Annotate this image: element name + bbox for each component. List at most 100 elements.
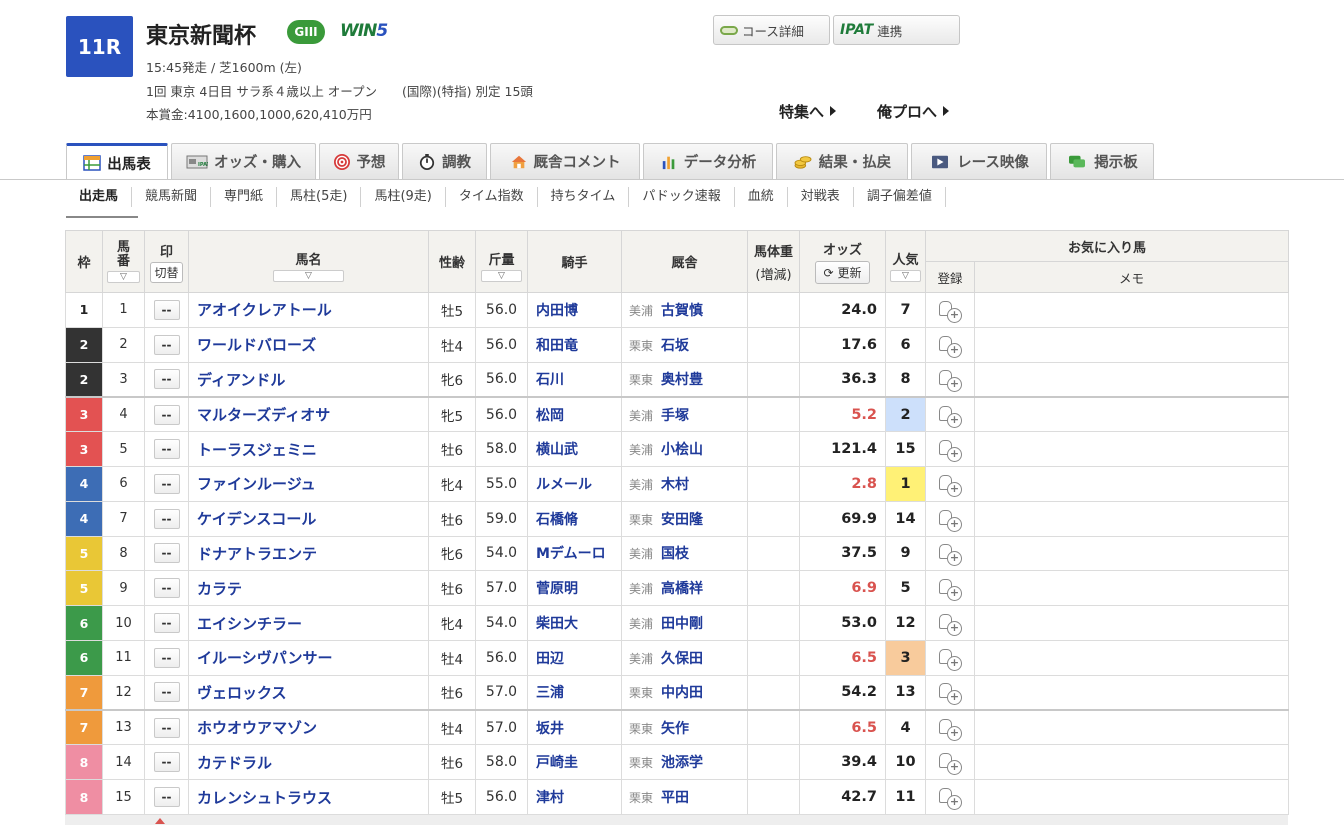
col-weight[interactable]: 斤量 ▽ <box>475 230 528 293</box>
memo-cell[interactable] <box>973 292 1290 328</box>
mark-select[interactable]: -- <box>153 613 180 634</box>
horse-name-link[interactable]: ディアンドル <box>188 361 429 398</box>
subtab-matchup[interactable]: 対戦表 <box>788 187 854 207</box>
horse-name-link[interactable]: ファインルージュ <box>188 465 429 502</box>
tab-stable-comment[interactable]: 厩舎コメント <box>490 143 640 179</box>
sort-weight-button[interactable]: ▽ <box>480 270 523 282</box>
add-favorite-icon[interactable] <box>938 299 962 323</box>
add-favorite-icon[interactable] <box>938 786 962 811</box>
col-umaban[interactable]: 馬番 ▽ <box>102 230 145 293</box>
scroll-marker-icon[interactable] <box>155 818 165 824</box>
mark-select[interactable]: -- <box>153 752 180 773</box>
trainer-link[interactable]: 手塚 <box>661 408 689 424</box>
mark-select[interactable]: -- <box>153 543 180 564</box>
memo-cell[interactable] <box>973 779 1290 815</box>
add-favorite-icon[interactable] <box>938 612 962 637</box>
memo-cell[interactable] <box>973 431 1290 467</box>
col-popularity[interactable]: 人気 ▽ <box>885 230 926 293</box>
subtab-entries[interactable]: 出走馬 <box>66 187 133 207</box>
add-favorite-icon[interactable] <box>938 368 962 393</box>
horse-name-link[interactable]: ホウオウアマゾン <box>188 709 429 746</box>
horse-name-link[interactable]: トーラスジェミニ <box>188 431 429 467</box>
win5-logo[interactable]: WIN5 <box>340 21 388 41</box>
trainer-link[interactable]: 田中剛 <box>661 616 703 632</box>
subtab-past9[interactable]: 馬柱(9走) <box>361 187 446 207</box>
memo-cell[interactable] <box>973 395 1290 433</box>
trainer-link[interactable]: 石坂 <box>661 338 689 354</box>
orepro-link[interactable]: 俺プロへ <box>877 101 950 122</box>
memo-cell[interactable] <box>973 535 1290 572</box>
horse-name-link[interactable]: ヴェロックス <box>188 674 429 711</box>
add-favorite-icon[interactable] <box>938 473 962 497</box>
memo-cell[interactable] <box>973 361 1290 398</box>
memo-cell[interactable] <box>973 326 1290 363</box>
horse-name-link[interactable]: マルターズディオサ <box>188 395 429 433</box>
jockey-link[interactable]: 菅原明 <box>527 570 622 607</box>
ipat-link-button[interactable]: IPAT 連携 <box>833 15 960 45</box>
subtab-condition[interactable]: 調子偏差値 <box>854 187 946 207</box>
horse-name-link[interactable]: ケイデンスコール <box>188 500 429 537</box>
mark-select[interactable]: -- <box>153 369 180 390</box>
horse-name-link[interactable]: ワールドバローズ <box>188 326 429 363</box>
jockey-link[interactable]: 坂井 <box>527 709 622 746</box>
trainer-link[interactable]: 奥村豊 <box>661 372 703 388</box>
memo-cell[interactable] <box>973 674 1290 711</box>
subtab-specialist[interactable]: 専門紙 <box>211 187 278 207</box>
mark-select[interactable]: -- <box>153 473 180 494</box>
horse-name-link[interactable]: カラテ <box>188 570 429 607</box>
tab-training[interactable]: 調教 <box>402 143 487 179</box>
tab-race-video[interactable]: レース映像 <box>911 143 1047 179</box>
subtab-best-time[interactable]: 持ちタイム <box>538 187 630 207</box>
tab-bbs[interactable]: 掲示板 <box>1050 143 1154 179</box>
memo-cell[interactable] <box>973 639 1290 676</box>
mark-select[interactable]: -- <box>153 787 180 808</box>
mark-select[interactable]: -- <box>153 404 180 425</box>
jockey-link[interactable]: Mデムーロ <box>527 535 622 572</box>
jockey-link[interactable]: 石川 <box>527 361 622 398</box>
tab-data-analysis[interactable]: データ分析 <box>643 143 773 179</box>
memo-cell[interactable] <box>973 500 1290 537</box>
mark-select[interactable]: -- <box>153 578 180 599</box>
trainer-link[interactable]: 久保田 <box>661 651 703 667</box>
jockey-link[interactable]: 横山武 <box>527 431 622 467</box>
add-favorite-icon[interactable] <box>938 334 962 358</box>
add-favorite-icon[interactable] <box>938 404 962 428</box>
mark-select[interactable]: -- <box>153 682 180 703</box>
col-horse[interactable]: 馬名 ▽ <box>188 230 429 293</box>
sort-popularity-button[interactable]: ▽ <box>889 270 922 282</box>
trainer-link[interactable]: 矢作 <box>661 721 689 737</box>
jockey-link[interactable]: 石橋脩 <box>527 500 622 537</box>
subtab-past5[interactable]: 馬柱(5走) <box>277 187 362 207</box>
trainer-link[interactable]: 平田 <box>661 790 689 806</box>
memo-cell[interactable] <box>973 465 1290 502</box>
memo-cell[interactable] <box>973 709 1290 746</box>
tab-prediction[interactable]: 予想 <box>319 143 399 179</box>
mark-select[interactable]: -- <box>153 299 180 320</box>
odds-update-button[interactable]: ⟳ 更新 <box>814 261 871 284</box>
horse-name-link[interactable]: カレンシュトラウス <box>188 779 429 815</box>
horse-name-link[interactable]: アオイクレアトール <box>188 292 429 328</box>
subtab-pedigree[interactable]: 血統 <box>735 187 788 207</box>
trainer-link[interactable]: 古賀慎 <box>661 303 703 319</box>
add-favorite-icon[interactable] <box>938 542 962 567</box>
jockey-link[interactable]: 和田竜 <box>527 326 622 363</box>
add-favorite-icon[interactable] <box>938 647 962 671</box>
jockey-link[interactable]: ルメール <box>527 465 622 502</box>
add-favorite-icon[interactable] <box>938 508 962 532</box>
trainer-link[interactable]: 安田隆 <box>661 512 703 528</box>
jockey-link[interactable]: 田辺 <box>527 639 622 676</box>
jockey-link[interactable]: 松岡 <box>527 395 622 433</box>
memo-cell[interactable] <box>973 605 1290 641</box>
subtab-newspaper[interactable]: 競馬新聞 <box>132 187 212 207</box>
trainer-link[interactable]: 高橋祥 <box>661 581 703 597</box>
trainer-link[interactable]: 国枝 <box>661 546 689 562</box>
horse-name-link[interactable]: ドナアトラエンテ <box>188 535 429 572</box>
subtab-paddock[interactable]: パドック速報 <box>629 187 735 207</box>
horse-name-link[interactable]: カテドラル <box>188 744 429 781</box>
horse-name-link[interactable]: エイシンチラー <box>188 605 429 641</box>
course-detail-button[interactable]: コース詳細 <box>713 15 830 45</box>
feature-link[interactable]: 特集へ <box>779 101 837 122</box>
trainer-link[interactable]: 中内田 <box>661 685 703 701</box>
mark-select[interactable]: -- <box>153 508 180 529</box>
subtab-time-index[interactable]: タイム指数 <box>446 187 538 207</box>
